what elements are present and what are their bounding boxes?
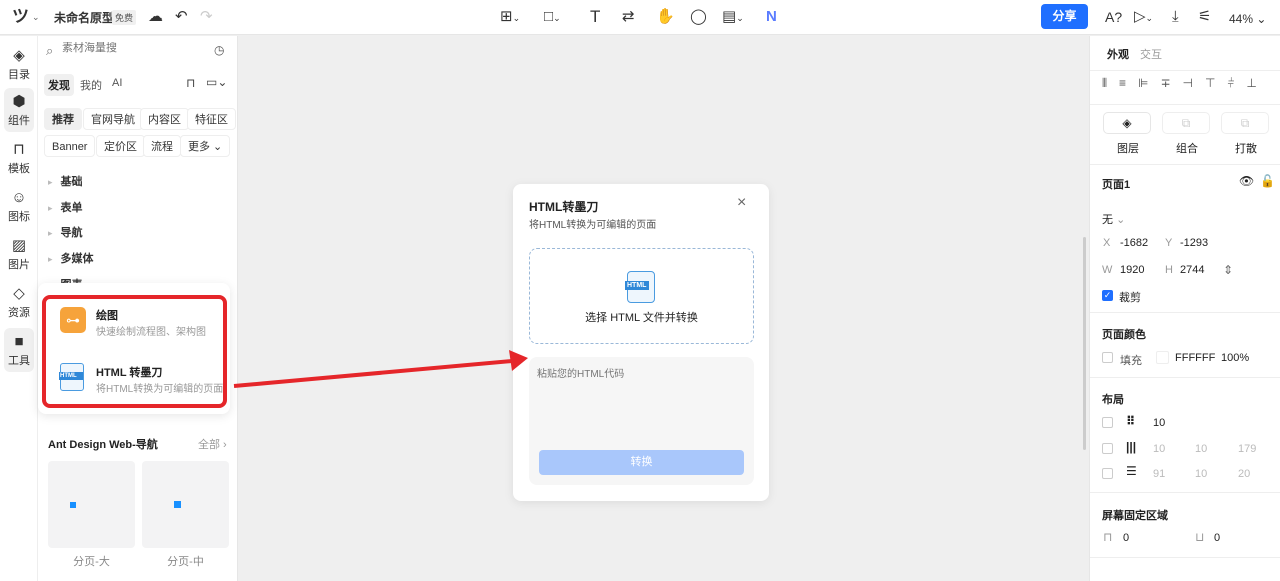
color-swatch[interactable] (1156, 351, 1169, 364)
ungroup-label: 打散 (1235, 143, 1257, 155)
annotation-arrow (233, 350, 528, 388)
columns-checkbox[interactable] (1102, 443, 1113, 454)
columns-width[interactable]: 179 (1238, 443, 1256, 455)
h-input[interactable]: 2744 (1180, 264, 1204, 276)
y-label: Y (1165, 237, 1173, 249)
tab-appearance[interactable]: 外观 (1107, 46, 1129, 62)
rows-icon: ☰ (1126, 464, 1137, 478)
rows-height[interactable]: 20 (1238, 468, 1250, 480)
clip-label: 裁剪 (1119, 292, 1141, 304)
unlock-icon[interactable]: 🔓 (1260, 174, 1275, 188)
layers-icon: ◈ (1122, 116, 1132, 130)
fixed-top-input[interactable]: 0 (1123, 532, 1129, 544)
grid-size[interactable]: 10 (1153, 417, 1165, 429)
fixed-top-icon: ⊓ (1103, 530, 1113, 544)
rows-checkbox[interactable] (1102, 468, 1113, 479)
clip-checkbox[interactable]: ✓ (1102, 290, 1113, 301)
color-hex-input[interactable]: FFFFFF (1175, 352, 1215, 364)
fixed-bottom-input[interactable]: 0 (1214, 532, 1220, 544)
opacity-input[interactable]: 100% (1221, 352, 1249, 364)
group-icon: ⧉ (1181, 116, 1191, 130)
columns-gutter[interactable]: 10 (1195, 443, 1207, 455)
y-input[interactable]: -1293 (1180, 237, 1208, 249)
layer-button[interactable]: ◈ (1103, 112, 1151, 134)
h-label: H (1165, 264, 1173, 276)
rows-gutter[interactable]: 10 (1195, 468, 1207, 480)
fill-mode-select[interactable]: 无 ⌄ (1102, 211, 1125, 227)
fixed-area-title: 屏幕固定区域 (1102, 510, 1168, 522)
columns-count[interactable]: 10 (1153, 443, 1165, 455)
eye-icon[interactable]: 👁 (1239, 174, 1254, 188)
grid-icon: ⠿ (1126, 414, 1136, 428)
x-input[interactable]: -1682 (1120, 237, 1148, 249)
page-color-title: 页面颜色 (1102, 329, 1146, 341)
x-label: X (1103, 237, 1111, 249)
fixed-bottom-icon: ⊔ (1195, 530, 1205, 544)
aspect-lock-icon[interactable]: ⇕ (1223, 263, 1233, 277)
arrow-head (509, 350, 528, 371)
tab-interaction[interactable]: 交互 (1140, 46, 1162, 62)
ungroup-button[interactable]: ⧉ (1221, 112, 1269, 134)
ungroup-icon: ⧉ (1240, 116, 1250, 130)
layer-label: 图层 (1117, 143, 1139, 155)
columns-icon: ||| (1126, 440, 1137, 454)
align-toolbar[interactable]: ⫴≡⊫∓⊣⊤⫩⊥ (1102, 76, 1269, 91)
w-label: W (1102, 264, 1113, 276)
group-button[interactable]: ⧉ (1162, 112, 1210, 134)
w-input[interactable]: 1920 (1120, 264, 1144, 276)
arrow-line (233, 359, 513, 388)
fill-checkbox[interactable] (1102, 352, 1113, 363)
page-name: 页面1 (1102, 179, 1131, 191)
fill-mode-value: 无 (1102, 214, 1113, 226)
fill-label: 填充 (1120, 355, 1142, 367)
group-label: 组合 (1176, 143, 1198, 155)
grid-checkbox[interactable] (1102, 417, 1113, 428)
rows-count[interactable]: 91 (1153, 468, 1165, 480)
properties-panel: 外观 交互 ⫴≡⊫∓⊣⊤⫩⊥ ◈ ⧉ ⧉ 图层 组合 打散 页面1 👁 🔓 无 … (1089, 36, 1280, 581)
layout-title: 布局 (1102, 394, 1124, 406)
